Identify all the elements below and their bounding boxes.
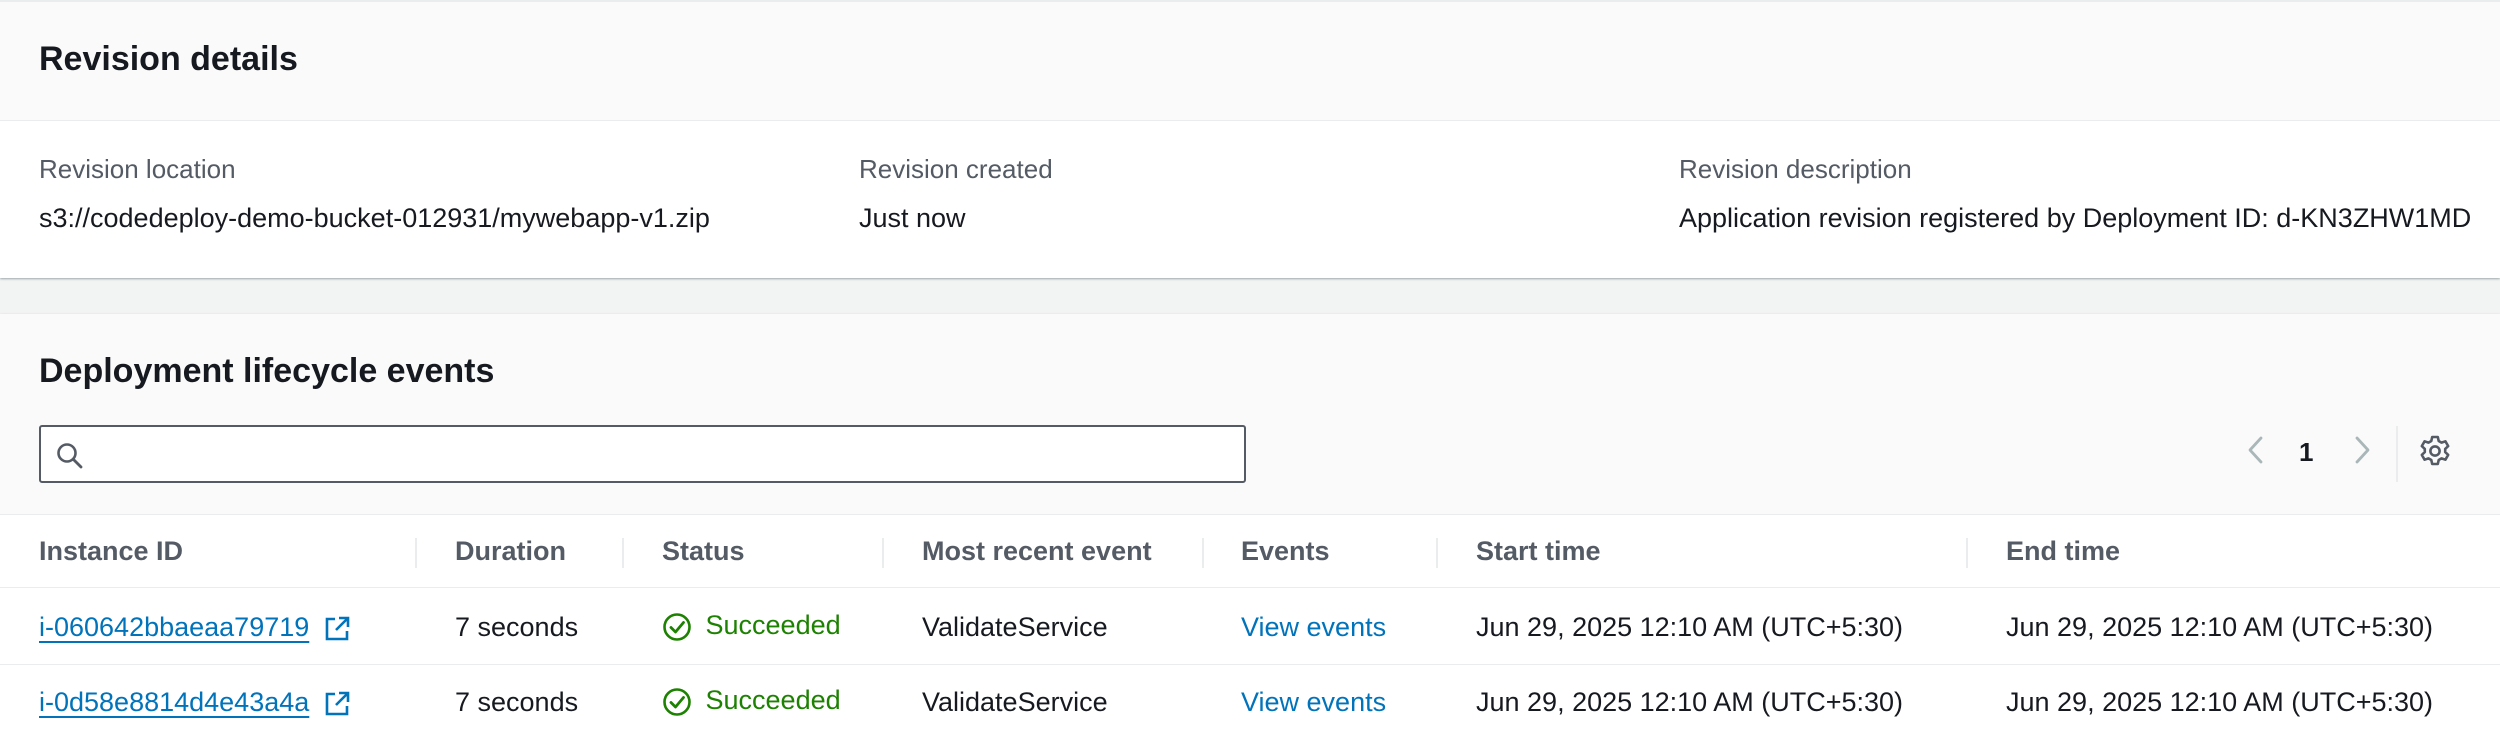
column-separator — [1202, 538, 1204, 568]
status-cell: Succeeded — [662, 685, 841, 717]
column-separator — [622, 538, 624, 568]
revision-location-label: Revision location — [39, 154, 236, 184]
settings-gear-icon[interactable] — [2418, 434, 2452, 468]
page-number[interactable]: 1 — [2299, 437, 2313, 468]
column-header-start-time[interactable]: Start time — [1476, 536, 1601, 567]
revision-details-panel: Revision details Revision location s3://… — [0, 0, 2500, 278]
revision-description-value: Application revision registered by Deplo… — [1679, 203, 2472, 233]
success-check-icon — [663, 688, 691, 716]
revision-location: Revision location s3://codedeploy-demo-b… — [39, 154, 710, 234]
lifecycle-events-header: Deployment lifecycle events 1 — [0, 314, 2500, 515]
column-separator — [1966, 538, 1968, 568]
search-box[interactable] — [39, 425, 1246, 483]
chevron-left-icon[interactable] — [2244, 432, 2268, 468]
recent-event-cell: ValidateService — [922, 687, 1108, 717]
external-link-icon[interactable] — [323, 615, 351, 643]
search-input[interactable] — [101, 435, 1225, 475]
end-time-cell: Jun 29, 2025 12:10 AM (UTC+5:30) — [2006, 612, 2434, 642]
revision-created-label: Revision created — [859, 154, 1053, 184]
revision-location-link[interactable]: s3://codedeploy-demo-bucket-012931/myweb… — [39, 203, 710, 234]
pager-divider — [2396, 426, 2398, 482]
external-link-icon[interactable] — [323, 690, 351, 718]
chevron-right-icon[interactable] — [2350, 432, 2374, 468]
status-text: Succeeded — [705, 685, 841, 715]
row-divider — [0, 664, 2500, 665]
view-events-link[interactable]: View events — [1241, 687, 1386, 718]
instance-id-cell[interactable]: i-060642bbaeaa79719 — [39, 612, 351, 643]
instance-id-link[interactable]: i-060642bbaeaa79719 — [39, 612, 309, 642]
revision-created: Revision created Just now — [859, 154, 1053, 234]
instance-id-cell[interactable]: i-0d58e8814d4e43a4a — [39, 687, 351, 718]
revision-description: Revision description Application revisio… — [1679, 154, 2471, 234]
lifecycle-events-panel: Deployment lifecycle events 1 Instance I… — [0, 314, 2500, 741]
success-check-icon — [663, 613, 691, 641]
column-header-end-time[interactable]: End time — [2006, 536, 2120, 567]
start-time-cell: Jun 29, 2025 12:10 AM (UTC+5:30) — [1476, 612, 1904, 642]
revision-details-title: Revision details — [39, 40, 298, 78]
status-text: Succeeded — [705, 610, 841, 640]
column-header-duration[interactable]: Duration — [455, 536, 566, 567]
revision-created-value: Just now — [859, 203, 966, 233]
revision-description-label: Revision description — [1679, 154, 1912, 184]
start-time-cell: Jun 29, 2025 12:10 AM (UTC+5:30) — [1476, 687, 1904, 717]
duration-cell: 7 seconds — [455, 687, 579, 717]
search-icon — [57, 443, 83, 469]
column-separator — [1436, 538, 1438, 568]
column-header-most-recent-event[interactable]: Most recent event — [922, 536, 1152, 567]
status-cell: Succeeded — [662, 610, 841, 642]
lifecycle-events-title: Deployment lifecycle events — [39, 352, 495, 390]
revision-details-header: Revision details — [0, 2, 2500, 121]
end-time-cell: Jun 29, 2025 12:10 AM (UTC+5:30) — [2006, 687, 2434, 717]
column-header-instance-id[interactable]: Instance ID — [39, 536, 183, 567]
duration-cell: 7 seconds — [455, 612, 579, 642]
recent-event-cell: ValidateService — [922, 612, 1108, 642]
view-events-link[interactable]: View events — [1241, 612, 1386, 643]
header-divider — [0, 587, 2500, 588]
instance-id-link[interactable]: i-0d58e8814d4e43a4a — [39, 687, 309, 717]
column-separator — [415, 538, 417, 568]
column-header-status[interactable]: Status — [662, 536, 745, 567]
column-separator — [882, 538, 884, 568]
column-header-events[interactable]: Events — [1241, 536, 1330, 567]
